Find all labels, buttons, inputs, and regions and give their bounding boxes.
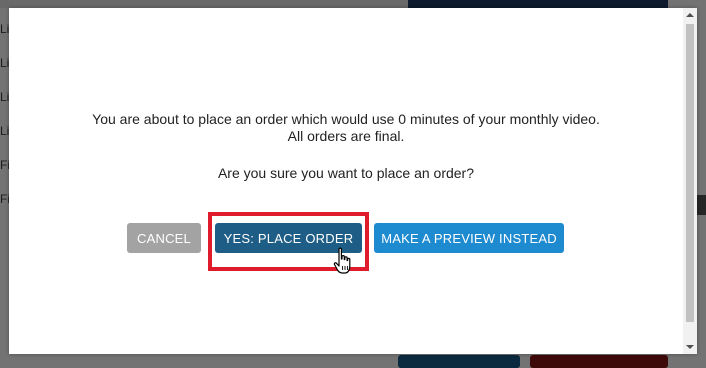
chevron-down-icon bbox=[686, 345, 694, 349]
chevron-up-icon bbox=[686, 13, 694, 17]
dialog-message: You are about to place an order which wo… bbox=[9, 111, 683, 145]
dialog-message-line: All orders are final. bbox=[287, 128, 405, 144]
confirm-order-dialog: You are about to place an order which wo… bbox=[9, 8, 697, 354]
dialog-scrollbar[interactable] bbox=[683, 8, 697, 354]
dialog-message-line: You are about to place an order which wo… bbox=[92, 111, 600, 127]
scroll-up-button[interactable] bbox=[683, 8, 697, 22]
hand-pointer-icon bbox=[333, 247, 351, 274]
scroll-thumb[interactable] bbox=[686, 24, 694, 322]
cancel-button[interactable]: CANCEL bbox=[127, 223, 201, 253]
make-preview-button[interactable]: MAKE A PREVIEW INSTEAD bbox=[374, 223, 564, 253]
dialog-question: Are you sure you want to place an order? bbox=[217, 165, 475, 181]
scroll-down-button[interactable] bbox=[683, 340, 697, 354]
dialog-content: You are about to place an order which wo… bbox=[9, 8, 683, 354]
